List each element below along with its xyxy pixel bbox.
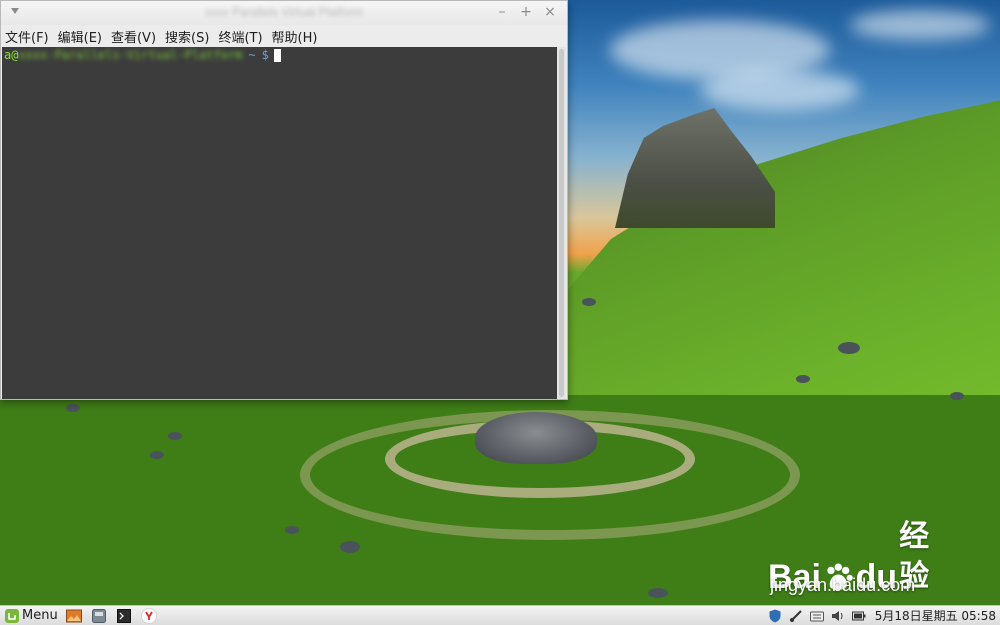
menu-help[interactable]: 帮助(H) <box>272 27 318 46</box>
menu-button[interactable]: Menu <box>0 606 58 625</box>
disk-icon[interactable] <box>91 608 107 624</box>
prompt-symbol: $ <box>261 48 269 62</box>
stone <box>66 404 80 412</box>
menubar: 文件(F) 编辑(E) 查看(V) 搜索(S) 终端(T) 帮助(H) <box>1 25 567 47</box>
cloud <box>850 10 990 40</box>
stone <box>285 526 299 534</box>
stone <box>582 298 596 306</box>
bottom-panel: Menu 5月18日星期五 05:58 <box>0 605 1000 625</box>
terminal-output[interactable]: a@ xxxx-Parallels-Virtual-Platform ~ $ <box>2 47 558 399</box>
window-controls: – + × <box>493 3 559 21</box>
menu-label: Menu <box>22 608 58 623</box>
prompt-path: ~ <box>248 48 256 62</box>
watermark-url: jingyan.baidu.com <box>770 575 916 595</box>
close-button[interactable]: × <box>541 3 559 21</box>
cloud <box>700 70 860 110</box>
terminal-window[interactable]: xxxx Parallels Virtual Platform – + × 文件… <box>0 0 568 400</box>
clock[interactable]: 5月18日星期五 05:58 <box>875 607 996 624</box>
keyboard-icon[interactable] <box>809 609 824 623</box>
panel-launchers <box>65 607 157 624</box>
window-title: xxxx Parallels Virtual Platform <box>204 5 364 19</box>
stone <box>796 375 810 383</box>
stone <box>838 342 860 354</box>
system-tray: 5月18日星期五 05:58 <box>768 607 1000 624</box>
menu-file[interactable]: 文件(F) <box>5 27 49 46</box>
volume-icon[interactable] <box>831 609 845 623</box>
rock-peak <box>615 108 775 228</box>
stone <box>648 588 668 598</box>
stone <box>950 392 964 400</box>
menu-view[interactable]: 查看(V) <box>111 27 156 46</box>
prompt-host: xxxx-Parallels-Virtual-Platform <box>18 48 243 62</box>
shell-prompt: a@ xxxx-Parallels-Virtual-Platform ~ $ <box>4 48 281 62</box>
menu-edit[interactable]: 编辑(E) <box>58 27 102 46</box>
mint-logo-icon <box>5 608 19 623</box>
window-titlebar[interactable]: xxxx Parallels Virtual Platform – + × <box>1 1 567 25</box>
menu-search[interactable]: 搜索(S) <box>165 27 209 46</box>
stone <box>168 432 182 440</box>
maximize-button[interactable]: + <box>517 3 535 21</box>
terminal-icon[interactable] <box>116 608 132 624</box>
battery-icon[interactable] <box>851 609 866 623</box>
watermark: Bai du 经验 jingyan.baidu.com <box>768 515 948 601</box>
yandex-browser-icon[interactable] <box>140 607 157 624</box>
minimize-button[interactable]: – <box>493 3 511 21</box>
stone <box>150 451 164 459</box>
scrollbar[interactable] <box>557 47 566 399</box>
shield-icon[interactable] <box>768 609 782 623</box>
prompt-user: a@ <box>4 48 19 62</box>
menu-terminal[interactable]: 终端(T) <box>218 27 262 46</box>
stone <box>340 541 360 553</box>
scrollbar-thumb[interactable] <box>559 49 564 397</box>
stone-cairn <box>475 412 597 464</box>
image-viewer-icon[interactable] <box>65 608 82 624</box>
network-icon[interactable] <box>789 609 803 623</box>
text-cursor <box>273 48 281 62</box>
